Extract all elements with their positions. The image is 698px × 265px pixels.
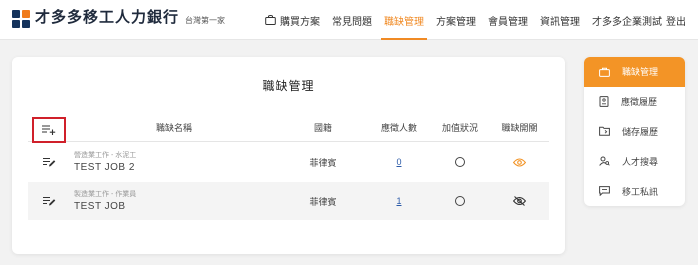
briefcase-icon bbox=[599, 67, 610, 77]
add-job-button[interactable] bbox=[32, 116, 66, 143]
applicant-count-link[interactable]: 0 bbox=[396, 157, 401, 167]
logo-mark-icon bbox=[12, 10, 30, 28]
nav-label: 會員管理 bbox=[488, 16, 528, 28]
side-item-job-management[interactable]: 職缺管理 bbox=[584, 57, 685, 87]
side-item-label: 職缺管理 bbox=[622, 67, 659, 78]
applicant-count-link[interactable]: 1 bbox=[396, 196, 401, 206]
boost-status-cell bbox=[430, 143, 490, 181]
boost-status-cell bbox=[430, 182, 490, 220]
nationality-value: 菲律賓 bbox=[309, 196, 337, 207]
nav-item-buy-plan[interactable]: 購買方案 bbox=[259, 0, 326, 40]
side-item-applications[interactable]: 應徵履歷 bbox=[584, 87, 685, 117]
boost-status-radio[interactable] bbox=[455, 196, 465, 206]
eye-icon[interactable] bbox=[513, 157, 526, 167]
side-item-label: 應徵履歷 bbox=[621, 97, 658, 108]
talent-search-icon bbox=[599, 156, 610, 166]
message-icon bbox=[599, 186, 610, 197]
column-header-job-toggle: 職缺開關 bbox=[501, 123, 538, 133]
column-header-boost-status: 加值狀況 bbox=[441, 123, 478, 133]
nav-label: 才多多企業測試 bbox=[592, 16, 662, 28]
job-title: TEST JOB bbox=[74, 200, 126, 212]
nav-item-logout[interactable]: 登出 bbox=[664, 0, 692, 40]
column-header-applicants: 應徵人數 bbox=[380, 123, 417, 133]
main-nav: 購買方案 常見問題 職缺管理 方案管理 會員管理 資訊管理 才多多企業測試 登出 bbox=[259, 0, 692, 40]
job-name-cell: 營造業工作 - 水泥工 TEST JOB 2 bbox=[70, 143, 278, 181]
nav-label: 職缺管理 bbox=[384, 16, 424, 28]
nationality-value: 菲律賓 bbox=[309, 157, 337, 168]
brand-subtitle: 台灣第一家 bbox=[185, 16, 226, 25]
job-management-card: 職缺管理 職缺名稱 國籍 應徵人數 加值狀況 職缺開關 營造業工作 - 水泥工 … bbox=[12, 57, 565, 254]
job-title: TEST JOB 2 bbox=[74, 161, 135, 173]
nav-label: 方案管理 bbox=[436, 16, 476, 28]
side-item-label: 人才搜尋 bbox=[622, 156, 659, 167]
table-row: 製造業工作 - 作業員 TEST JOB 菲律賓 1 bbox=[28, 182, 549, 220]
side-item-worker-messages[interactable]: 移工私訊 bbox=[584, 176, 685, 206]
nav-label: 資訊管理 bbox=[540, 16, 580, 28]
nav-label: 常見問題 bbox=[332, 16, 372, 28]
applicant-count-cell: 0 bbox=[368, 143, 430, 181]
job-category: 製造業工作 - 作業員 bbox=[74, 190, 137, 198]
column-header-nationality: 國籍 bbox=[313, 123, 332, 133]
edit-cell bbox=[28, 182, 70, 220]
saved-folder-icon bbox=[599, 127, 610, 137]
nav-label: 購買方案 bbox=[280, 16, 320, 28]
side-item-label: 移工私訊 bbox=[622, 186, 659, 197]
edit-cell bbox=[28, 143, 70, 181]
playlist-add-icon bbox=[42, 124, 56, 135]
side-item-saved-resumes[interactable]: 儲存履歷 bbox=[584, 117, 685, 147]
nav-item-member-management[interactable]: 會員管理 bbox=[482, 0, 534, 40]
edit-job-icon[interactable] bbox=[42, 157, 56, 167]
edit-job-icon[interactable] bbox=[42, 196, 56, 206]
page-title: 職缺管理 bbox=[262, 79, 315, 93]
table-header: 職缺名稱 國籍 應徵人數 加值狀況 職缺開關 bbox=[28, 114, 549, 143]
resume-icon bbox=[599, 96, 609, 108]
nav-item-info-management[interactable]: 資訊管理 bbox=[534, 0, 586, 40]
nav-item-plan-management[interactable]: 方案管理 bbox=[430, 0, 482, 40]
eye-off-icon[interactable] bbox=[513, 196, 526, 206]
table-row: 營造業工作 - 水泥工 TEST JOB 2 菲律賓 0 bbox=[28, 143, 549, 181]
boost-status-radio[interactable] bbox=[455, 157, 465, 167]
nav-label: 登出 bbox=[666, 16, 686, 28]
nav-item-job-management[interactable]: 職缺管理 bbox=[378, 0, 430, 40]
job-toggle-cell bbox=[490, 143, 549, 181]
brand-logo[interactable]: 才多多移工人力銀行 台灣第一家 bbox=[12, 8, 225, 28]
top-header: 才多多移工人力銀行 台灣第一家 購買方案 常見問題 職缺管理 方案管理 會員管理… bbox=[0, 0, 698, 40]
job-category: 營造業工作 - 水泥工 bbox=[74, 151, 137, 159]
nav-item-faq[interactable]: 常見問題 bbox=[326, 0, 378, 40]
side-menu: 職缺管理 應徵履歷 儲存履歷 人才搜尋 移工私訊 bbox=[584, 57, 685, 206]
header-icon-cell bbox=[28, 114, 70, 143]
shopping-bag-icon bbox=[265, 15, 276, 25]
column-header-job-name: 職缺名稱 bbox=[155, 123, 192, 133]
job-name-cell: 製造業工作 - 作業員 TEST JOB bbox=[70, 182, 278, 220]
brand-title: 才多多移工人力銀行 bbox=[35, 9, 180, 26]
side-item-talent-search[interactable]: 人才搜尋 bbox=[584, 146, 685, 176]
job-toggle-cell bbox=[490, 182, 549, 220]
nav-item-company-account[interactable]: 才多多企業測試 bbox=[586, 0, 664, 40]
side-item-label: 儲存履歷 bbox=[622, 126, 659, 137]
applicant-count-cell: 1 bbox=[368, 182, 430, 220]
